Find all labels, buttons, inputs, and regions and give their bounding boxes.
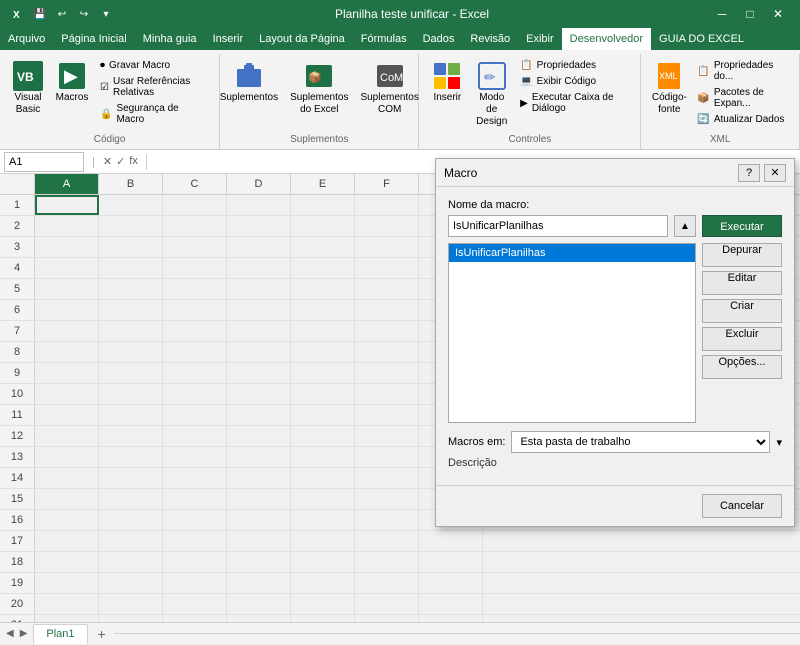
scroll-tabs-btns: ◀ ▶ [0, 628, 33, 639]
modal-content: Nome da macro: ▲ Executar IsUnificarPlan… [436, 187, 794, 485]
row-header-21[interactable]: 21 [0, 615, 35, 622]
macros-in-label: Macros em: [448, 436, 505, 448]
modal-title: Macro [444, 166, 477, 180]
macro-name-row: ▲ Executar [448, 215, 782, 237]
options-btn[interactable]: Opções... [702, 355, 782, 379]
cell[interactable] [35, 615, 99, 622]
cell[interactable] [99, 615, 163, 622]
macro-list[interactable]: IsUnificarPlanilhas [448, 243, 696, 423]
macro-name-input[interactable] [448, 215, 668, 237]
add-sheet-btn[interactable]: + [90, 623, 114, 645]
description-label: Descrição [448, 457, 782, 469]
macro-list-item[interactable]: IsUnificarPlanilhas [449, 244, 695, 262]
delete-btn[interactable]: Excluir [702, 327, 782, 351]
macro-name-label: Nome da macro: [448, 199, 782, 211]
create-btn[interactable]: Criar [702, 299, 782, 323]
cancel-btn[interactable]: Cancelar [702, 494, 782, 518]
cell[interactable] [163, 615, 227, 622]
cell[interactable] [291, 615, 355, 622]
tabs-spacer [114, 633, 800, 634]
macro-up-btn[interactable]: ▲ [674, 215, 696, 237]
modal-title-bar: Macro ? ✕ [436, 159, 794, 187]
table-row: 21 [0, 615, 800, 622]
modal-help-btn[interactable]: ? [738, 164, 760, 182]
modal-footer: Cancelar [436, 485, 794, 526]
cell[interactable] [355, 615, 419, 622]
cell[interactable] [227, 615, 291, 622]
macro-dialog: Macro ? ✕ Nome da macro: ▲ Executar IsUn… [435, 158, 795, 527]
sheet-tabs-row: ◀ ▶ Plan1 + [0, 622, 800, 644]
scroll-tabs-right[interactable]: ▶ [18, 628, 30, 639]
modal-action-buttons: Depurar Editar Criar Excluir Opções... [702, 243, 782, 423]
dropdown-arrow: ▾ [776, 436, 782, 449]
debug-btn[interactable]: Depurar [702, 243, 782, 267]
modal-overlay: Macro ? ✕ Nome da macro: ▲ Executar IsUn… [0, 0, 800, 612]
cell[interactable] [419, 615, 483, 622]
macros-in-select[interactable]: Esta pasta de trabalhoTodas as pastas ab… [511, 431, 770, 453]
scroll-tabs-left[interactable]: ◀ [4, 628, 16, 639]
macros-in-row: Macros em: Esta pasta de trabalhoTodas a… [448, 431, 782, 453]
sheet-tab-plan1[interactable]: Plan1 [33, 624, 87, 644]
macro-list-container: IsUnificarPlanilhas Depurar Editar Criar… [448, 243, 782, 423]
modal-window-controls: ? ✕ [738, 164, 786, 182]
edit-btn[interactable]: Editar [702, 271, 782, 295]
modal-close-btn[interactable]: ✕ [764, 164, 786, 182]
execute-btn[interactable]: Executar [702, 215, 782, 237]
